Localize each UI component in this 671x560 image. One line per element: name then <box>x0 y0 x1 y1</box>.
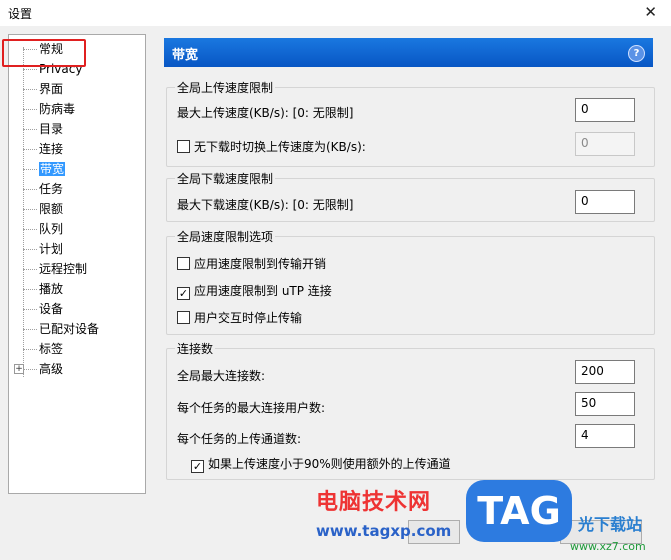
group-label: 全局下载速度限制 <box>175 170 276 187</box>
tree-item-bandwidth[interactable]: 带宽 <box>23 160 66 178</box>
tree-item-remote[interactable]: 远程控制 <box>23 260 87 278</box>
watermark-site2-url: www.xz7.com <box>570 540 646 553</box>
connections-group: 连接数 全局最大连接数: 200 每个任务的最大连接用户数: 50 每个任务的上… <box>166 340 655 480</box>
group-label: 全局速度限制选项 <box>175 228 276 245</box>
tree-connector <box>23 47 24 377</box>
alt-upload-checkbox[interactable] <box>177 140 190 153</box>
overhead-option[interactable]: 应用速度限制到传输开销 <box>177 255 326 272</box>
per-task-peers-label: 每个任务的最大连接用户数: <box>177 401 326 415</box>
upload-slots-label: 每个任务的上传通道数: <box>177 432 302 446</box>
tree-item-scheduler[interactable]: 计划 <box>23 240 63 258</box>
close-icon[interactable]: ✕ <box>644 3 657 21</box>
watermark-site-name: 电脑技术网 <box>316 490 432 515</box>
settings-tree[interactable]: 常规 Privacy 界面 防病毒 目录 连接 带宽 任务 限额 队列 计划 远… <box>8 34 146 494</box>
tree-item-tasks[interactable]: 任务 <box>23 180 63 198</box>
watermark-url: www.tagxp.com <box>316 522 452 540</box>
max-upload-input[interactable]: 0 <box>575 98 635 122</box>
group-label: 连接数 <box>175 340 216 357</box>
help-icon[interactable]: ? <box>628 45 645 62</box>
overhead-checkbox[interactable] <box>177 257 190 270</box>
global-max-connections-input[interactable]: 200 <box>575 360 635 384</box>
max-download-label: 最大下载速度(KB/s): [0: 无限制] <box>177 198 354 212</box>
highlight-annotation <box>2 39 86 67</box>
tree-item-devices[interactable]: 设备 <box>23 300 63 318</box>
utp-option[interactable]: ✓ 应用速度限制到 uTP 连接 <box>177 282 332 300</box>
alt-upload-input[interactable]: 0 <box>575 132 635 156</box>
extra-slots-checkbox[interactable]: ✓ <box>191 460 204 473</box>
tree-item-playback[interactable]: 播放 <box>23 280 63 298</box>
per-task-peers-input[interactable]: 50 <box>575 392 635 416</box>
tree-item-directories[interactable]: 目录 <box>23 120 63 138</box>
alt-upload-option[interactable]: 无下载时切换上传速度为(KB/s): <box>177 138 366 155</box>
title-bar: 设置 ✕ <box>0 0 671 26</box>
utp-checkbox[interactable]: ✓ <box>177 287 190 300</box>
upload-slots-input[interactable]: 4 <box>575 424 635 448</box>
tree-item-quota[interactable]: 限额 <box>23 200 63 218</box>
max-upload-label: 最大上传速度(KB/s): [0: 无限制] <box>177 106 354 120</box>
max-download-input[interactable]: 0 <box>575 190 635 214</box>
panel-header: 带宽 ? <box>164 38 653 67</box>
upload-limit-group: 全局上传速度限制 最大上传速度(KB/s): [0: 无限制] 0 无下载时切换… <box>166 79 655 167</box>
tree-item-labels[interactable]: 标签 <box>23 340 63 358</box>
watermark-site2: 光下载站 <box>578 515 643 534</box>
group-label: 全局上传速度限制 <box>175 79 276 96</box>
panel-title: 带宽 <box>172 48 199 63</box>
stop-on-interaction-checkbox[interactable] <box>177 311 190 324</box>
window-title: 设置 <box>8 7 33 21</box>
limit-options-group: 全局速度限制选项 应用速度限制到传输开销 ✓ 应用速度限制到 uTP 连接 用户交… <box>166 228 655 335</box>
download-limit-group: 全局下载速度限制 最大下载速度(KB/s): [0: 无限制] 0 <box>166 170 655 222</box>
global-max-connections-label: 全局最大连接数: <box>177 369 266 383</box>
tree-item-interface[interactable]: 界面 <box>23 80 63 98</box>
tree-item-paired-devices[interactable]: 已配对设备 <box>23 320 99 338</box>
watermark-logo: TAG <box>466 480 572 542</box>
tree-item-connection[interactable]: 连接 <box>23 140 63 158</box>
tree-item-queue[interactable]: 队列 <box>23 220 63 238</box>
tree-item-advanced[interactable]: + 高级 <box>14 360 63 378</box>
tree-item-antivirus[interactable]: 防病毒 <box>23 100 75 118</box>
stop-on-interaction-option[interactable]: 用户交互时停止传输 <box>177 309 302 326</box>
extra-slots-option[interactable]: ✓ 如果上传速度小于90%则使用额外的上传通道 <box>191 455 451 473</box>
